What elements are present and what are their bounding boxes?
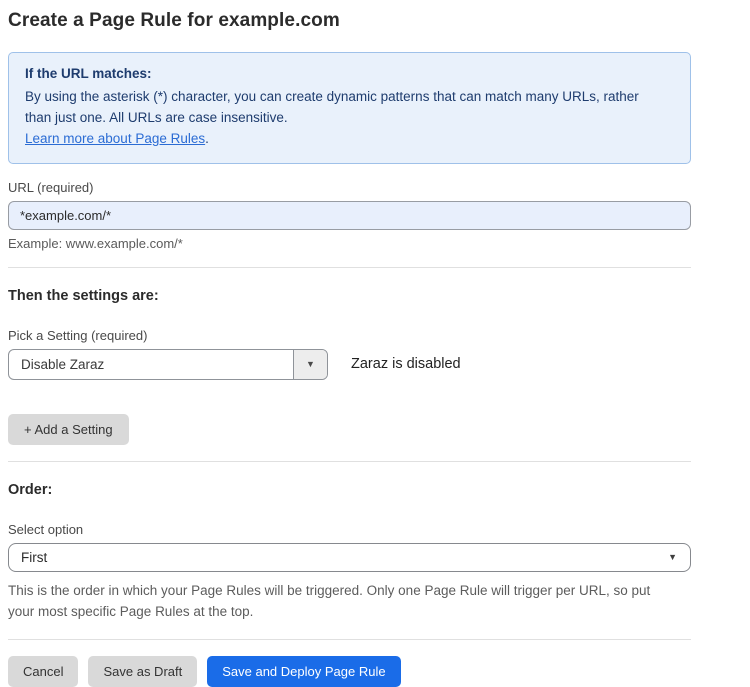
url-matches-info-box: If the URL matches: By using the asteris…: [8, 52, 691, 164]
setting-dropdown-value: Disable Zaraz: [9, 350, 293, 379]
add-setting-button[interactable]: + Add a Setting: [8, 414, 129, 445]
cancel-button[interactable]: Cancel: [8, 656, 78, 687]
url-field-label: URL (required): [8, 180, 691, 195]
create-page-rule-form: Create a Page Rule for example.com If th…: [8, 0, 691, 687]
learn-more-link[interactable]: Learn more about Page Rules: [25, 131, 205, 146]
url-input[interactable]: [8, 201, 691, 230]
divider: [8, 461, 691, 462]
settings-section-heading: Then the settings are:: [8, 288, 691, 304]
url-example-hint: Example: www.example.com/*: [8, 236, 691, 251]
page-title: Create a Page Rule for example.com: [8, 10, 691, 32]
chevron-down-icon[interactable]: ▼: [293, 350, 327, 379]
order-select[interactable]: First ▼: [8, 543, 691, 572]
order-section-heading: Order:: [8, 482, 691, 498]
order-help-text: This is the order in which your Page Rul…: [8, 580, 678, 623]
save-as-draft-button[interactable]: Save as Draft: [88, 656, 197, 687]
divider: [8, 267, 691, 268]
footer-actions: Cancel Save as Draft Save and Deploy Pag…: [8, 656, 691, 687]
setting-dropdown[interactable]: Disable Zaraz ▼: [8, 349, 328, 380]
info-box-body: By using the asterisk (*) character, you…: [25, 87, 665, 129]
info-box-heading: If the URL matches:: [25, 64, 674, 85]
order-select-value: First: [21, 550, 47, 565]
order-select-label: Select option: [8, 522, 691, 537]
info-box-link-line: Learn more about Page Rules.: [25, 129, 674, 150]
pick-setting-label: Pick a Setting (required): [8, 328, 691, 343]
link-suffix: .: [205, 131, 209, 146]
setting-status-text: Zaraz is disabled: [351, 356, 461, 372]
save-and-deploy-button[interactable]: Save and Deploy Page Rule: [207, 656, 400, 687]
chevron-down-icon: ▼: [668, 552, 677, 562]
divider: [8, 639, 691, 640]
setting-picker-row: Disable Zaraz ▼ Zaraz is disabled: [8, 349, 691, 380]
